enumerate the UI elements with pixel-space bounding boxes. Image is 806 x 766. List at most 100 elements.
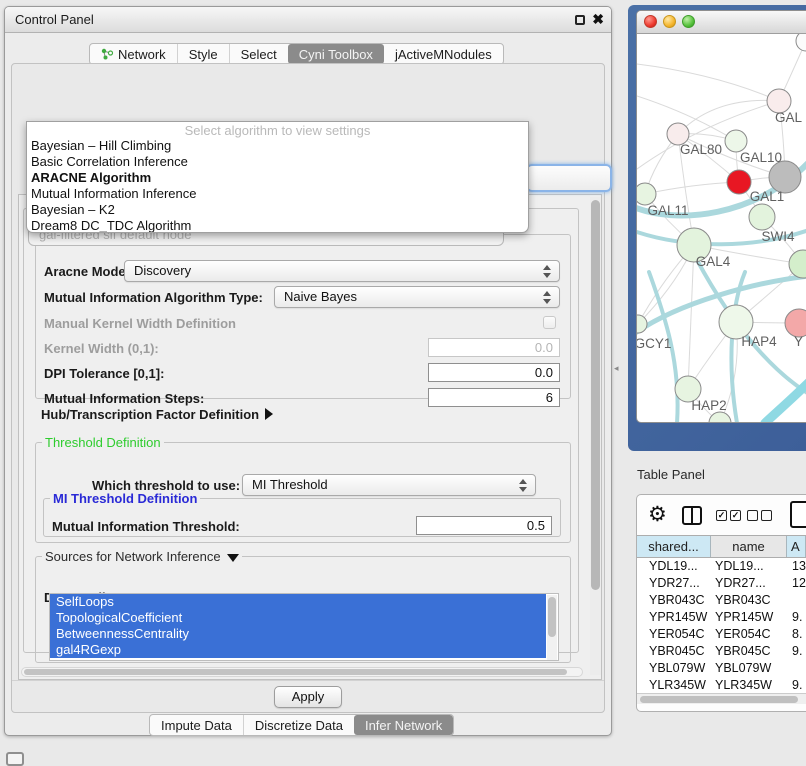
table-cell[interactable]: YDL19... (711, 558, 787, 575)
table-cell[interactable]: YDR27... (637, 575, 711, 592)
data-attributes-list[interactable]: SelfLoopsTopologicalCoefficientBetweenne… (49, 593, 559, 661)
algorithm-option[interactable]: Basic Correlation Inference (27, 154, 528, 170)
mi-type-combobox[interactable]: Naive Bayes (274, 286, 560, 308)
tab-cyni-toolbox[interactable]: Cyni Toolbox (288, 44, 384, 64)
table-cell[interactable]: YPR145W (637, 609, 711, 626)
select-all-checks-icon[interactable]: ✓✓ (716, 510, 741, 521)
table-horizontal-scrollbar[interactable] (637, 693, 806, 704)
attribute-list-item[interactable]: BetweennessCentrality (50, 626, 546, 642)
column-layout-icon[interactable] (682, 506, 702, 525)
network-edge[interactable] (688, 245, 694, 389)
column-header-shared-name[interactable]: shared... (637, 536, 711, 557)
table-cell[interactable]: YBR045C (711, 643, 787, 660)
network-node[interactable] (749, 204, 775, 230)
close-window-icon[interactable]: ✖ (592, 11, 604, 28)
table-cell[interactable]: YBR043C (711, 592, 787, 609)
network-edge[interactable] (645, 182, 739, 194)
dpi-tolerance-field[interactable]: 0.0 (428, 363, 560, 382)
tab-impute-data[interactable]: Impute Data (150, 715, 243, 735)
table-cell[interactable]: YDL19... (637, 558, 711, 575)
table-cell[interactable]: 9. (787, 609, 806, 626)
attributes-scrollbar[interactable] (547, 595, 557, 661)
tab-select[interactable]: Select (229, 44, 288, 64)
settings-horizontal-scrollbar[interactable] (21, 667, 583, 677)
export-table-icon[interactable] (790, 501, 806, 528)
zoom-traffic-light-icon[interactable] (682, 15, 695, 28)
hub-definition-expander[interactable]: Hub/Transcription Factor Definition (41, 407, 273, 422)
network-edge[interactable] (637, 64, 779, 101)
kernel-width-field[interactable]: 0.0 (428, 338, 560, 357)
gear-icon[interactable]: ⚙ (648, 502, 667, 527)
attribute-list-item[interactable]: SelfLoops (50, 594, 546, 610)
network-canvas[interactable]: GALGAL80GAL10GAL1GAL11GAL4SWI4GCY1HAP4YH… (637, 34, 806, 423)
tab-discretize-data[interactable]: Discretize Data (243, 715, 354, 735)
network-node[interactable] (796, 34, 806, 51)
table-row[interactable]: YBR045CYBR045C9. (637, 643, 806, 660)
table-row[interactable]: YPR145WYPR145W9. (637, 609, 806, 626)
table-row[interactable]: YBR043CYBR043C (637, 592, 806, 609)
tab-jactivemnodules[interactable]: jActiveMNodules (384, 44, 503, 64)
network-node-gcy1[interactable] (637, 315, 647, 333)
table-row[interactable]: YER054CYER054C8. (637, 626, 806, 643)
table-row[interactable]: YDR27...YDR27...12 (637, 575, 806, 592)
mi-type-value: Naive Bayes (284, 289, 357, 304)
table-hscroll-thumb[interactable] (640, 696, 798, 703)
table-body[interactable]: YDL19...YDL19...13YDR27...YDR27...12YBR0… (637, 558, 806, 698)
attribute-list-item[interactable]: TopologicalCoefficient (50, 610, 546, 626)
mi-type-label: Mutual Information Algorithm Type: (44, 290, 263, 305)
algorithm-option[interactable]: Bayesian – Hill Climbing (27, 138, 528, 154)
algorithm-option[interactable]: Bayesian – K2 (27, 202, 528, 218)
mi-steps-field[interactable]: 6 (428, 388, 560, 407)
table-cell[interactable] (787, 660, 806, 677)
tab-infer-network[interactable]: Infer Network (354, 715, 453, 735)
network-edge[interactable] (765, 382, 806, 423)
panel-divider-handle[interactable]: ◂ (614, 363, 619, 374)
network-node-gal10[interactable] (725, 130, 747, 152)
table-cell[interactable]: 13 (787, 558, 806, 575)
settings-hscroll-thumb[interactable] (24, 669, 567, 675)
table-cell[interactable]: YBR043C (637, 592, 711, 609)
column-header-partial[interactable]: A (787, 536, 806, 557)
network-node-y[interactable] (785, 309, 806, 337)
tab-style[interactable]: Style (177, 44, 229, 64)
table-cell[interactable]: YBL079W (637, 660, 711, 677)
table-cell[interactable]: YBR045C (637, 643, 711, 660)
network-node-gal1[interactable] (727, 170, 751, 194)
table-cell[interactable]: 9. (787, 643, 806, 660)
table-cell[interactable]: 8. (787, 626, 806, 643)
deselect-all-checks-icon[interactable] (747, 510, 772, 521)
algorithm-option[interactable]: Dream8 DC_TDC Algorithm (27, 218, 528, 233)
table-cell[interactable]: YLR345W (637, 677, 711, 694)
minimize-traffic-light-icon[interactable] (663, 15, 676, 28)
table-cell[interactable] (787, 592, 806, 609)
table-row[interactable]: YDL19...YDL19...13 (637, 558, 806, 575)
attributes-scroll-thumb[interactable] (548, 597, 556, 637)
table-cell[interactable]: YPR145W (711, 609, 787, 626)
algorithm-option[interactable]: Mutual Information Inference (27, 186, 528, 202)
apply-button[interactable]: Apply (274, 686, 342, 708)
table-cell[interactable]: YER054C (711, 626, 787, 643)
algorithm-combobox-focused-stub[interactable] (526, 164, 612, 192)
settings-vscroll-thumb[interactable] (591, 200, 600, 590)
table-cell[interactable]: YBL079W (711, 660, 787, 677)
algorithm-option[interactable]: ARACNE Algorithm (27, 170, 528, 186)
table-cell[interactable]: YLR345W (711, 677, 787, 694)
network-node[interactable] (709, 412, 731, 423)
table-cell[interactable]: 12 (787, 575, 806, 592)
network-node-gal11[interactable] (637, 183, 656, 205)
tab-network[interactable]: Network (90, 44, 177, 64)
table-row[interactable]: YBL079WYBL079W (637, 660, 806, 677)
column-header-name[interactable]: name (711, 536, 787, 557)
settings-vertical-scrollbar[interactable] (590, 197, 601, 675)
attribute-list-item[interactable]: gal4RGexp (50, 642, 546, 658)
float-window-icon[interactable] (575, 15, 585, 25)
table-cell[interactable]: YER054C (637, 626, 711, 643)
table-cell[interactable]: YDR27... (711, 575, 787, 592)
partial-bottom-button[interactable] (6, 752, 24, 766)
aracne-mode-combobox[interactable]: Discovery (124, 260, 560, 282)
table-cell[interactable]: 9. (787, 677, 806, 694)
close-traffic-light-icon[interactable] (644, 15, 657, 28)
table-row[interactable]: YLR345WYLR345W9. (637, 677, 806, 694)
mi-threshold-field[interactable]: 0.5 (416, 516, 552, 535)
manual-kernel-checkbox[interactable] (543, 316, 556, 329)
